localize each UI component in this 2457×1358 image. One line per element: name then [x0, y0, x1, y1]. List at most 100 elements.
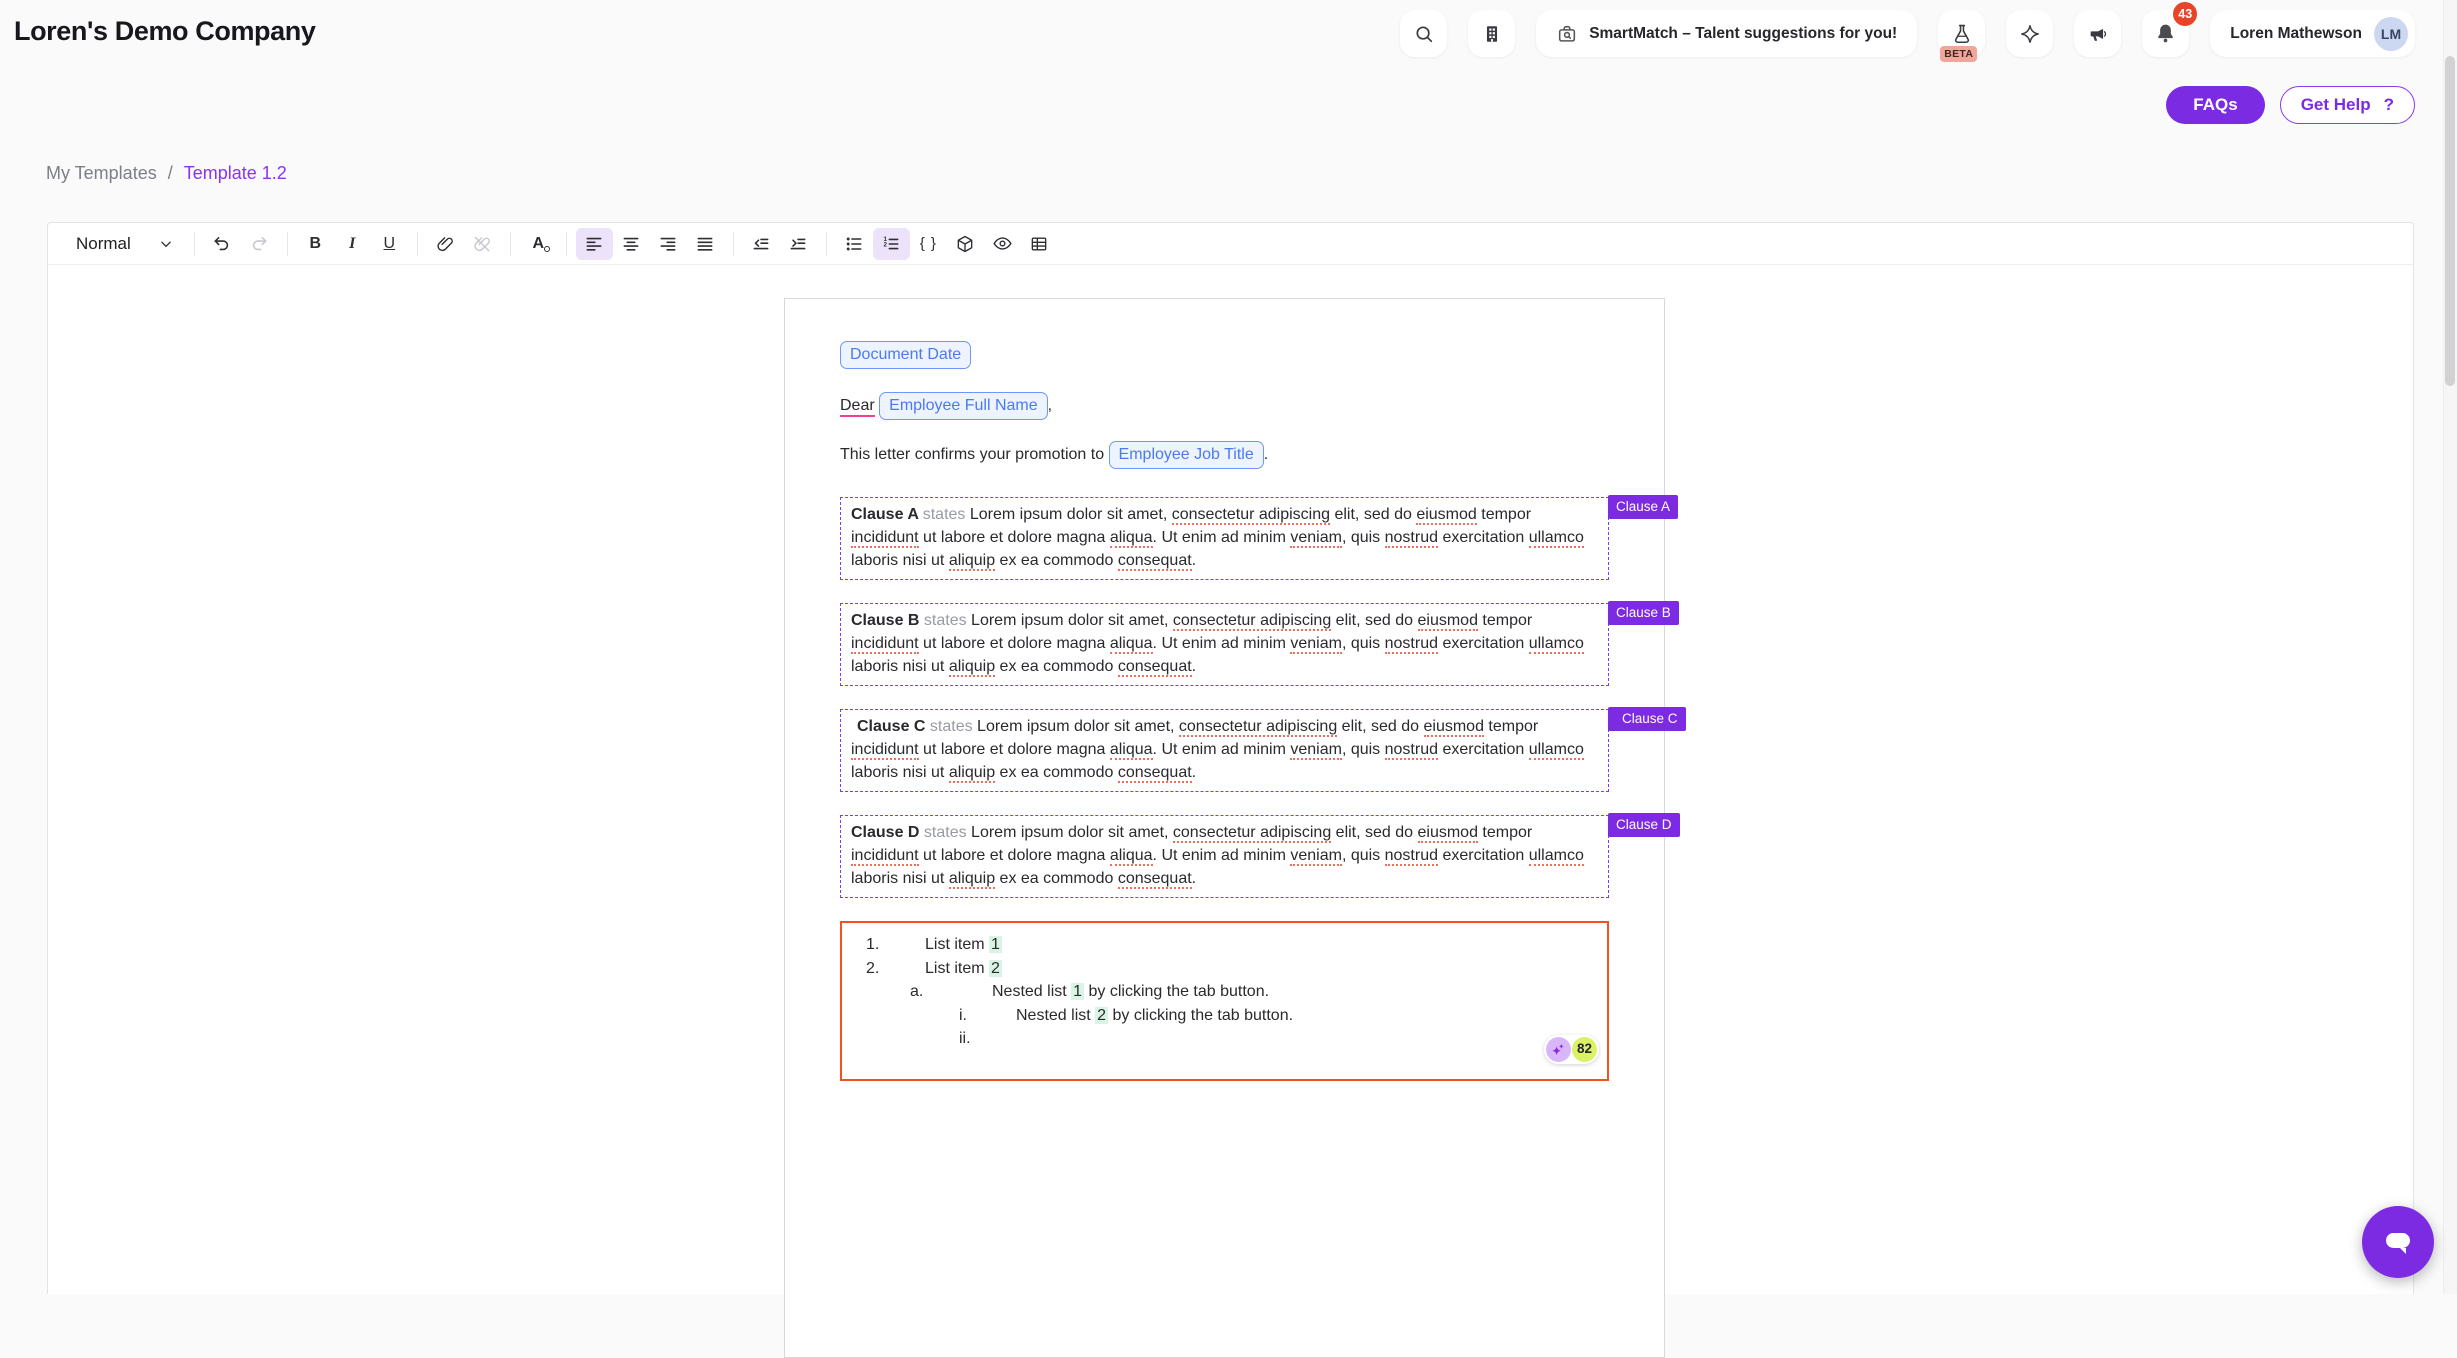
- notifications-button[interactable]: 43: [2142, 10, 2189, 57]
- undo-button[interactable]: [204, 228, 241, 260]
- misspelled-text: aliquip: [949, 658, 995, 677]
- clause-block[interactable]: Clause B states Lorem ipsum dolor sit am…: [840, 603, 1609, 686]
- body-text: laboris nisi ut: [851, 552, 949, 569]
- misspelled-text: ullamco: [1529, 741, 1584, 760]
- clause-block[interactable]: Clause A states Lorem ipsum dolor sit am…: [840, 497, 1609, 580]
- notification-count-badge: 43: [2173, 2, 2197, 26]
- body-text: Lorem ipsum dolor sit amet,: [967, 612, 1173, 629]
- clause-label-tag[interactable]: Clause B: [1608, 601, 1679, 625]
- breadcrumb-my-templates[interactable]: My Templates: [46, 163, 157, 184]
- toolbar-divider: [417, 232, 418, 256]
- scrollbar-track[interactable]: [2443, 0, 2457, 1294]
- clause-label-tag[interactable]: Clause C: [1608, 707, 1686, 731]
- sparkle-icon: [2019, 23, 2041, 45]
- block-library-button[interactable]: [947, 228, 984, 260]
- highlighted-text: 1: [989, 936, 1002, 953]
- clause-block[interactable]: Clause D states Lorem ipsum dolor sit am…: [840, 815, 1609, 898]
- scrollbar-thumb[interactable]: [2445, 56, 2455, 386]
- italic-button[interactable]: I: [334, 228, 371, 260]
- clause-label-tag[interactable]: Clause A: [1608, 495, 1678, 519]
- misspelled-text: aliqua: [1110, 529, 1153, 548]
- get-help-button[interactable]: Get Help ?: [2280, 86, 2415, 124]
- align-right-button[interactable]: [650, 228, 687, 260]
- body-text: states: [923, 506, 966, 523]
- ordered-list-button[interactable]: 12: [873, 228, 910, 260]
- merge-field-button[interactable]: { }: [910, 228, 947, 260]
- misspelled-text: eiusmod: [1416, 506, 1476, 525]
- paragraph-style-select[interactable]: Normal: [64, 228, 185, 260]
- sparkle-button[interactable]: [2006, 10, 2053, 57]
- text-color-button[interactable]: A: [520, 228, 557, 260]
- align-center-icon: [621, 234, 641, 254]
- body-text: .: [1192, 552, 1196, 569]
- body-text: exercitation: [1438, 529, 1529, 546]
- misspelled-text: consectetur adipiscing: [1173, 612, 1331, 631]
- list-item[interactable]: 2.List item 2: [842, 957, 1607, 981]
- ai-sparkle-icon: [1546, 1037, 1571, 1062]
- chat-launcher-button[interactable]: [2362, 1206, 2434, 1278]
- align-center-button[interactable]: [613, 228, 650, 260]
- misspelled-text: veniam: [1290, 529, 1342, 548]
- misspelled-text: consequat: [1118, 552, 1192, 571]
- salutation-line: Dear Employee Full Name,: [840, 392, 1609, 420]
- search-button[interactable]: [1400, 10, 1447, 57]
- smartmatch-banner-button[interactable]: SmartMatch – Talent suggestions for you!: [1536, 10, 1917, 57]
- promotion-period: .: [1264, 446, 1268, 463]
- preview-button[interactable]: [984, 228, 1021, 260]
- list-item-text: List item 1: [925, 933, 1002, 957]
- body-text: . Ut enim ad minim: [1153, 529, 1291, 546]
- body-text: ut labore et dolore magna: [919, 529, 1110, 546]
- list-item[interactable]: a.Nested list 1 by clicking the tab butt…: [842, 980, 1607, 1004]
- body-text: elit, sed do: [1331, 612, 1417, 629]
- align-left-button[interactable]: [576, 228, 613, 260]
- chat-bubble-icon: [2378, 1222, 2418, 1262]
- template-editor: Normal B I U A: [47, 222, 2414, 1294]
- link-button[interactable]: [427, 228, 464, 260]
- user-menu-button[interactable]: Loren Mathewson LM: [2210, 10, 2415, 57]
- align-justify-button[interactable]: [687, 228, 724, 260]
- announcements-button[interactable]: [2074, 10, 2121, 57]
- ai-score-badge[interactable]: 82: [1544, 1035, 1599, 1064]
- list-item[interactable]: i.Nested list 2 by clicking the tab butt…: [842, 1004, 1607, 1028]
- outdent-button[interactable]: [743, 228, 780, 260]
- document-page[interactable]: Document Date Dear Employee Full Name, T…: [784, 298, 1665, 1358]
- salutation-comma: ,: [1048, 397, 1052, 414]
- misspelled-text: eiusmod: [1418, 612, 1478, 631]
- faqs-button[interactable]: FAQs: [2166, 86, 2264, 124]
- breadcrumb-current: Template 1.2: [184, 163, 287, 184]
- organization-button[interactable]: [1468, 10, 1515, 57]
- labs-button[interactable]: BETA: [1938, 10, 1985, 57]
- misspelled-text: eiusmod: [1418, 824, 1478, 843]
- help-row: FAQs Get Help ?: [2166, 86, 2415, 124]
- align-right-icon: [658, 234, 678, 254]
- clause-label-tag[interactable]: Clause D: [1608, 813, 1680, 837]
- misspelled-text: nostrud: [1385, 847, 1438, 866]
- table-button[interactable]: [1021, 228, 1058, 260]
- bullet-list-icon: [844, 234, 864, 254]
- undo-icon: [212, 234, 232, 254]
- bullet-list-button[interactable]: [836, 228, 873, 260]
- body-text: Lorem ipsum dolor sit amet,: [965, 506, 1171, 523]
- bold-button[interactable]: B: [297, 228, 334, 260]
- employee-full-name-chip[interactable]: Employee Full Name: [879, 392, 1048, 420]
- employee-job-title-chip[interactable]: Employee Job Title: [1109, 441, 1264, 469]
- clause-title: Clause B: [851, 612, 924, 629]
- redo-button[interactable]: [241, 228, 278, 260]
- body-text: elit, sed do: [1337, 718, 1423, 735]
- selected-list-block[interactable]: 1.List item 12.List item 2a.Nested list …: [840, 921, 1609, 1081]
- clause-block[interactable]: Clause C states Lorem ipsum dolor sit am…: [840, 709, 1609, 792]
- unlink-button[interactable]: [464, 228, 501, 260]
- body-text: Nested list: [1016, 1007, 1095, 1024]
- list-marker: 1.: [866, 933, 925, 957]
- list-item[interactable]: ii.: [842, 1027, 1607, 1051]
- document-date-chip[interactable]: Document Date: [840, 341, 971, 369]
- list-item[interactable]: 1.List item 1: [842, 933, 1607, 957]
- align-left-icon: [584, 234, 604, 254]
- underline-button[interactable]: U: [371, 228, 408, 260]
- body-text: by clicking the tab button.: [1084, 983, 1269, 1000]
- body-text: , quis: [1342, 635, 1385, 652]
- list-item-text: List item 2: [925, 957, 1002, 981]
- indent-button[interactable]: [780, 228, 817, 260]
- ordered-list-icon: 12: [881, 234, 901, 254]
- clause-title: Clause C: [857, 718, 930, 735]
